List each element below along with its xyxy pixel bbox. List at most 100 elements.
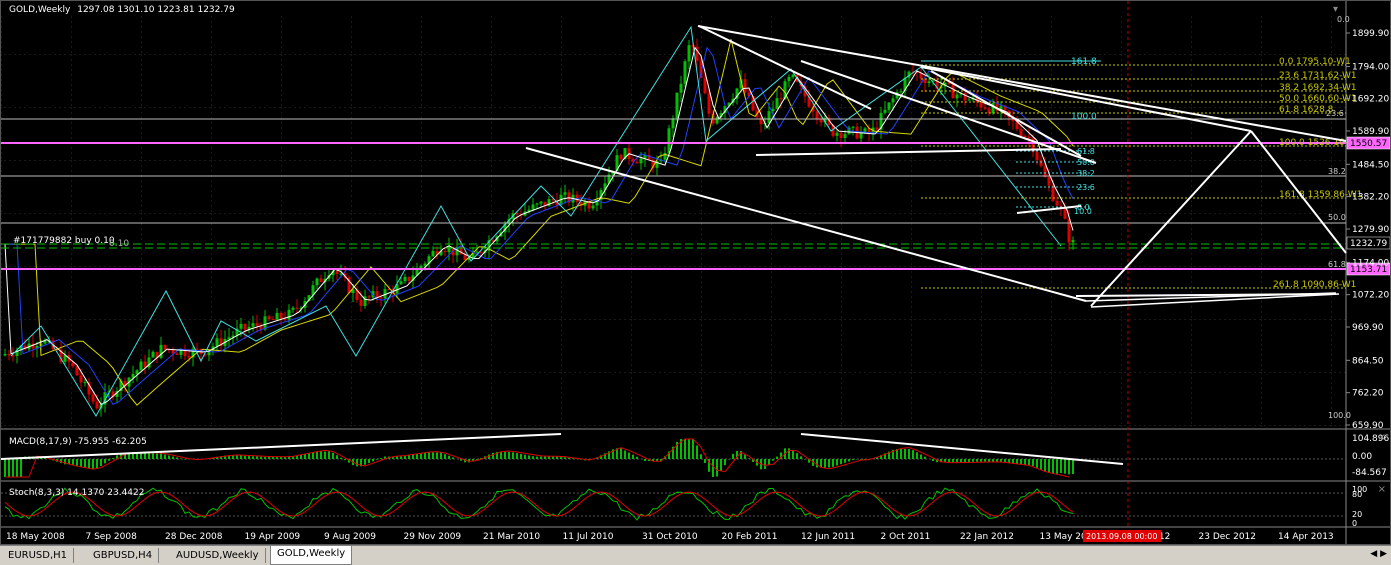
chart-canvas[interactable]: 0.0 1795.10-W1 23.6 1731.62-W1 38.2 1692.3… [0,1,1391,544]
fibo-level-label: 23.6 1731.62-W1 [1279,71,1357,81]
macd-bar [168,455,170,459]
macd-bar [444,454,446,459]
price-axis-label: 1072.20 [1352,291,1389,301]
candle-body [319,278,323,283]
macd-bar [452,457,454,459]
macd-bar [1040,459,1042,470]
macd-bar [920,454,922,459]
candle-body [275,312,279,320]
candle-body [563,192,567,195]
macd-bar [980,459,982,462]
macd-bar [92,459,94,469]
price-axis-label: 1382.20 [1352,193,1389,203]
macd-bar [540,456,542,459]
candle-body [3,353,7,356]
candle-body [815,111,819,119]
macd-bar [992,459,994,462]
macd-close-icon[interactable]: × [1378,432,1386,443]
candle-body [1039,160,1043,166]
price-axis-label: 659.90 [1352,421,1384,431]
candle-body [835,132,839,136]
candle-body [163,344,167,350]
macd-bar [1032,459,1034,466]
date-axis-label: 21 Mar 2010 [483,532,540,542]
macd-bar [108,459,110,461]
tab-audusd-weekly[interactable]: AUDUSD,Weekly [170,548,266,563]
date-axis-label: 29 Nov 2009 [404,532,462,542]
macd-bar [1024,459,1026,465]
date-highlight-label: 2013.09.08 00:00 [1086,532,1157,541]
macd-bar [132,453,134,459]
stoch-axis-label: 20 [1352,510,1362,519]
macd-bar [236,455,238,459]
macd-bar [72,459,74,465]
macd-bar [720,459,722,471]
candle-body [955,94,959,99]
macd-bar [288,457,290,459]
macd-bar [1036,459,1038,468]
candle-body [295,307,299,309]
macd-bar [852,459,854,461]
chart-window[interactable]: 0.0 1795.10-W1 23.6 1731.62-W1 38.2 1692.3… [0,0,1391,545]
macd-bar [972,459,974,462]
date-axis-label: 7 Sep 2008 [86,532,138,542]
macd-bar [140,453,142,459]
stoch-close-icon[interactable]: × [1378,484,1386,495]
macd-bar [548,456,550,459]
macd-bar [404,455,406,459]
macd-bar [112,458,114,459]
chart-tabs: EURUSD,H1 GBPUSD,H4 AUDUSD,Weekly GOLD,W… [0,545,1391,565]
macd-bar [492,452,494,459]
candle-body [707,93,711,114]
candle-body [851,126,855,128]
macd-bar [508,452,510,459]
macd-bar [1004,459,1006,463]
macd-bar [716,459,718,477]
candle-body [619,155,623,160]
date-axis-label: 9 Aug 2009 [324,532,376,542]
tab-eurusd-h1[interactable]: EURUSD,H1 [2,548,75,563]
macd-bar [412,454,414,459]
candle-body [683,61,687,84]
candle-body [979,101,983,108]
candle-body [359,299,363,306]
macd-bar [776,456,778,459]
macd-bar [996,459,998,462]
macd-bar [12,459,14,477]
symbol-name: GOLD,Weekly [9,5,71,15]
candle-body [875,127,879,130]
macd-bar [948,459,950,463]
date-axis-label: 31 Oct 2010 [642,532,698,542]
candle-body [83,382,87,384]
candle-body [539,201,543,204]
candle-body [139,361,143,371]
price-axis-label: 1794.00 [1352,62,1389,72]
candle-body [143,361,147,368]
macd-bar [324,451,326,459]
macd-bar [908,449,910,459]
macd-bar [284,457,286,459]
macd-bar [1072,459,1074,474]
close-chart-icon[interactable]: ▾ [1333,4,1338,15]
macd-bar [272,457,274,459]
macd-bar [848,459,850,462]
macd-bar [844,459,846,463]
macd-bar [856,459,858,460]
date-axis-label: 14 Apr 2013 [1278,532,1334,542]
tab-gold-weekly[interactable]: GOLD,Weekly [270,546,353,565]
order-label[interactable]: #171779882 buy 0.10 [13,236,115,246]
candle-body [75,366,79,376]
macd-bar [400,456,402,459]
macd-bar [184,459,186,460]
candle-body [195,348,199,350]
fibo-level-label: 50.0 1660.60-W1 [1279,94,1357,104]
price-axis-label: 969.90 [1352,323,1384,333]
macd-bar [84,459,86,468]
tab-scroll-arrows[interactable]: ◀ ▶ [1370,549,1387,559]
macd-bar [372,459,374,462]
tab-gbpusd-h4[interactable]: GBPUSD,H4 [87,548,160,563]
macd-bar [500,452,502,459]
macd-bar [1064,459,1066,474]
macd-bar [364,459,366,465]
macd-bar [504,452,506,459]
